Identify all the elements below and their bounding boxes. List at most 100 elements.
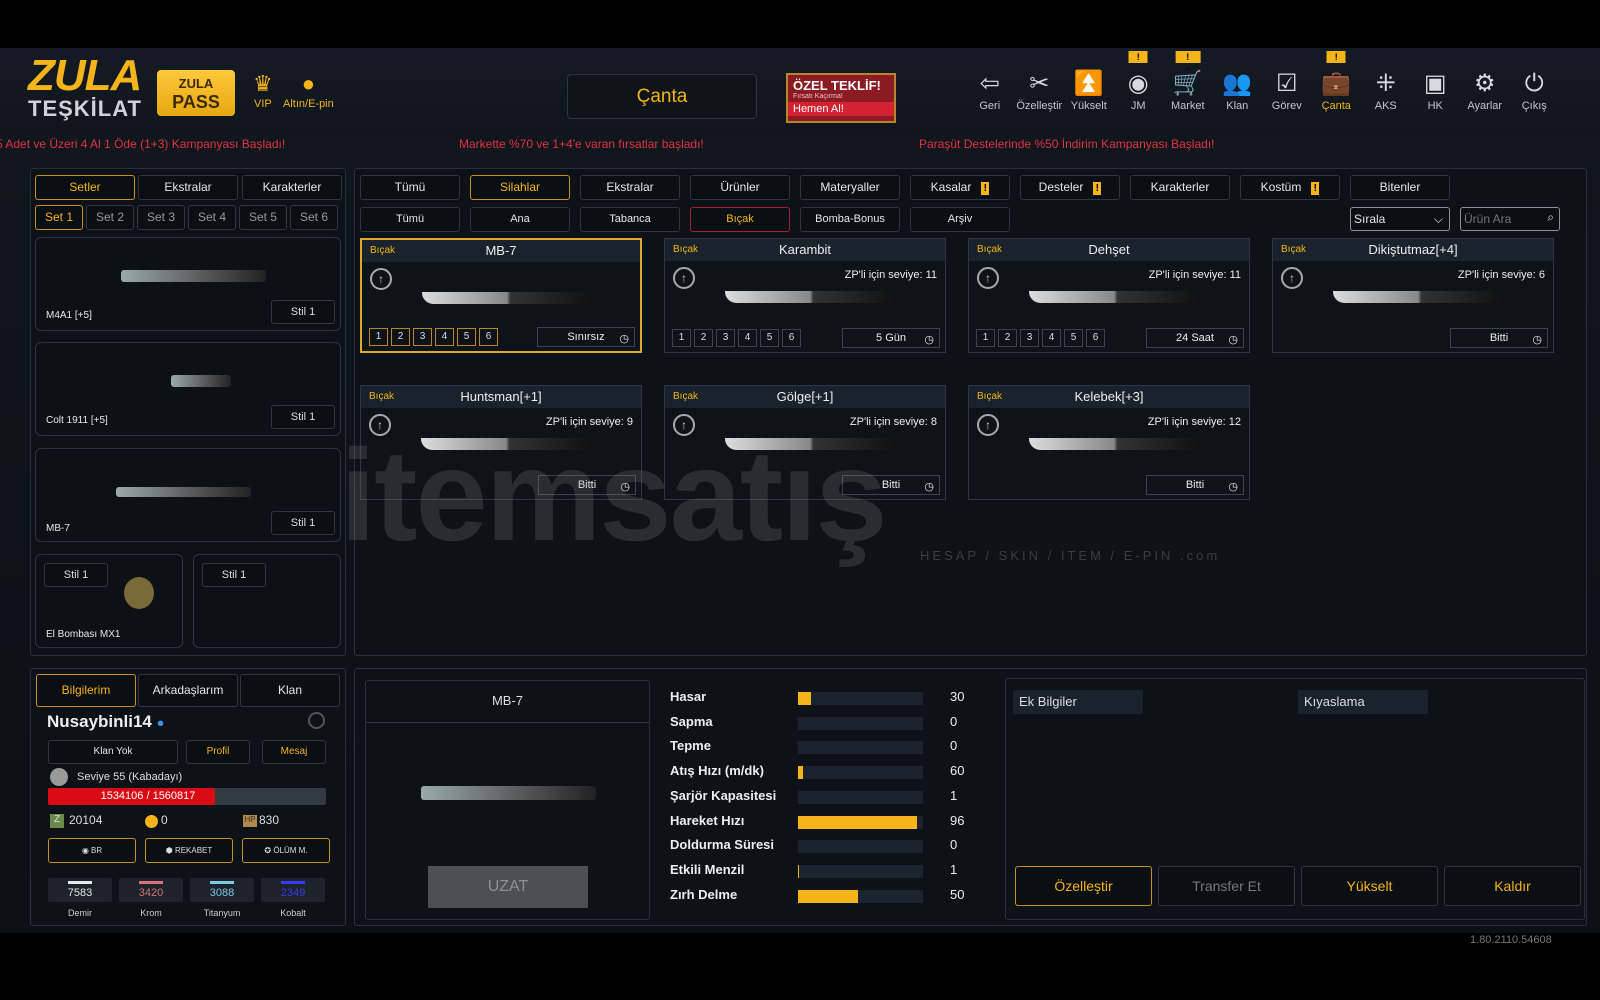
set-tab[interactable]: Set 4 [188, 205, 236, 230]
tab-setler[interactable]: Setler [35, 175, 135, 200]
nav-coins[interactable]: ! ◉ JM [1114, 51, 1164, 118]
weapon-slot-primary[interactable]: M4A1 [+5] Stil 1 [35, 237, 341, 331]
weapon-slot-pistol[interactable]: Colt 1911 [+5] Stil 1 [35, 342, 341, 436]
transfer-button[interactable]: Transfer Et [1158, 866, 1295, 906]
style-label: Stil 1 [290, 411, 316, 423]
set-tab[interactable]: Set 3 [137, 205, 185, 230]
nav-bag[interactable]: ! 💼 Çanta [1312, 51, 1362, 118]
item-card[interactable]: Bıçak Dehşet ↑ ZP'li için seviye: 11 1 2 3 4 5 6 2… [968, 238, 1250, 353]
set-tab[interactable]: Set 5 [239, 205, 287, 230]
nav-wallet[interactable]: ▣ HK [1411, 68, 1461, 118]
subfilter-tümü[interactable]: Tümü [360, 207, 460, 232]
sort-dropdown[interactable]: Sırala ⌵ [1350, 207, 1450, 231]
message-button[interactable]: Mesaj [262, 740, 326, 764]
nav-cart[interactable]: ! ◔ 🛒 Market [1163, 51, 1213, 118]
mode-rekabet-button[interactable]: ⬢ REKABET [145, 838, 233, 863]
subfilter-ana[interactable]: Ana [470, 207, 570, 232]
upgrade-slot[interactable]: 4 [738, 329, 757, 347]
tab-klan[interactable]: Klan [240, 674, 340, 707]
style-selector[interactable]: Stil 1 [271, 405, 335, 429]
upgrade-slot[interactable]: 1 [672, 329, 691, 347]
item-card[interactable]: Bıçak Karambit ↑ ZP'li için seviye: 11 1 2 3 4 5… [664, 238, 946, 353]
filter-silahlar[interactable]: Silahlar [470, 175, 570, 200]
upgrade-slot[interactable]: 1 [369, 328, 388, 346]
upgrade-slot[interactable]: 6 [479, 328, 498, 346]
nav-tools[interactable]: ✂ Özelleştir [1015, 68, 1065, 118]
search-input[interactable] [1464, 212, 1544, 226]
weapon-slot-grenade[interactable]: Stil 1 El Bombası MX1 [35, 554, 183, 648]
upgrade-slot[interactable]: 2 [391, 328, 410, 346]
item-card[interactable]: Bıçak MB-7 ↑ 1 2 3 4 5 6 Sınırsız ◷ [360, 238, 642, 353]
upgrade-slot[interactable]: 5 [457, 328, 476, 346]
special-offer-banner[interactable]: ÖZEL TEKLİF! Fırsatı Kaçırma! Hemen Al! [786, 73, 896, 123]
upgrade-arrow-icon[interactable]: ↑ [977, 267, 999, 289]
nav-crosshair[interactable]: ⁜ AKS [1361, 68, 1411, 118]
filter-tümü[interactable]: Tümü [360, 175, 460, 200]
upgrade-slot[interactable]: 3 [716, 329, 735, 347]
gold-button[interactable]: ● Altın/E-pin [283, 70, 334, 110]
tab-ekstralar[interactable]: Ekstralar [138, 175, 238, 200]
weapon-slot-empty[interactable]: Stil 1 [193, 554, 341, 648]
profile-button[interactable]: Profil [186, 740, 250, 764]
tab-arkadaslarim[interactable]: Arkadaşlarım [138, 674, 238, 707]
set-tab[interactable]: Set 2 [86, 205, 134, 230]
upgrade-slot[interactable]: 2 [694, 329, 713, 347]
upgrade-slot[interactable]: 5 [1064, 329, 1083, 347]
subfilter-bomba-bonus[interactable]: Bomba-Bonus [800, 207, 900, 232]
weapon-slot-knife[interactable]: MB-7 Stil 1 [35, 448, 341, 542]
clan-button[interactable]: Klan Yok [48, 740, 178, 764]
set-tab[interactable]: Set 6 [290, 205, 338, 230]
zula-pass-button[interactable]: ZULA PASS [157, 70, 235, 116]
upgrade-slot[interactable]: 2 [998, 329, 1017, 347]
filter-karakterler[interactable]: Karakterler [1130, 175, 1230, 200]
upgrade-slot[interactable]: 3 [1020, 329, 1039, 347]
upgrade-arrow-icon[interactable]: ↑ [370, 268, 392, 290]
upgrade-button[interactable]: Yükselt [1301, 866, 1438, 906]
extend-button[interactable]: UZAT [428, 866, 588, 908]
item-card[interactable]: Bıçak Dikiştutmaz[+4] ↑ ZP'li için seviye: … [1272, 238, 1554, 353]
tab-karakterler[interactable]: Karakterler [242, 175, 342, 200]
item-name: Gölge[+1] [776, 389, 834, 404]
remove-button[interactable]: Kaldır [1444, 866, 1581, 906]
upgrade-arrow-icon[interactable]: ↑ [1281, 267, 1303, 289]
upgrade-slot[interactable]: 4 [435, 328, 454, 346]
upgrade-arrow-icon[interactable]: ↑ [673, 267, 695, 289]
upgrade-slot[interactable]: 4 [1042, 329, 1061, 347]
item-card[interactable]: Bıçak Kelebek[+3] ↑ ZP'li için seviye: 12 Bi… [968, 385, 1250, 500]
style-selector[interactable]: Stil 1 [271, 300, 335, 324]
block-icon[interactable] [308, 712, 325, 729]
customize-button[interactable]: Özelleştir [1015, 866, 1152, 906]
search-box[interactable]: ⌕ [1460, 207, 1560, 231]
upgrade-slot[interactable]: 1 [976, 329, 995, 347]
upgrade-slot[interactable]: 5 [760, 329, 779, 347]
nav-power[interactable]: ⏻ Çıkış [1510, 68, 1560, 118]
filter-ekstralar[interactable]: Ekstralar [580, 175, 680, 200]
style-selector[interactable]: Stil 1 [202, 563, 266, 587]
filter-desteler[interactable]: Desteler! [1020, 175, 1120, 200]
nav-clipboard[interactable]: ☑ Görev [1262, 68, 1312, 118]
subfilter-tabanca[interactable]: Tabanca [580, 207, 680, 232]
subfilter-bıçak[interactable]: Bıçak [690, 207, 790, 232]
subfilter-arşiv[interactable]: Arşiv [910, 207, 1010, 232]
nav-upgrade[interactable]: ⏫ Yükselt [1064, 68, 1114, 118]
filter-materyaller[interactable]: Materyaller [800, 175, 900, 200]
upgrade-arrow-icon[interactable]: ↑ [977, 414, 999, 436]
nav-clan[interactable]: 👥 Klan [1213, 68, 1263, 118]
set-tab[interactable]: Set 1 [35, 205, 83, 230]
filter-kostüm[interactable]: Kostüm! [1240, 175, 1340, 200]
nav-gear[interactable]: ⚙ Ayarlar [1460, 68, 1510, 118]
vip-button[interactable]: ♛ VIP [253, 70, 273, 110]
upgrade-slot[interactable]: 3 [413, 328, 432, 346]
upgrade-slot[interactable]: 6 [782, 329, 801, 347]
filter-bitenler[interactable]: Bitenler [1350, 175, 1450, 200]
filter-kasalar[interactable]: Kasalar! [910, 175, 1010, 200]
style-selector[interactable]: Stil 1 [271, 511, 335, 535]
mode-olum-button[interactable]: ✪ ÖLÜM M. [242, 838, 330, 863]
nav-exit[interactable]: ⇦ Geri [965, 68, 1015, 118]
br-icon: ◉ [81, 846, 92, 855]
tab-bilgilerim[interactable]: Bilgilerim [36, 674, 136, 707]
mode-br-button[interactable]: ◉ BR [48, 838, 136, 863]
style-selector[interactable]: Stil 1 [44, 563, 108, 587]
upgrade-slot[interactable]: 6 [1086, 329, 1105, 347]
filter-ürünler[interactable]: Ürünler [690, 175, 790, 200]
